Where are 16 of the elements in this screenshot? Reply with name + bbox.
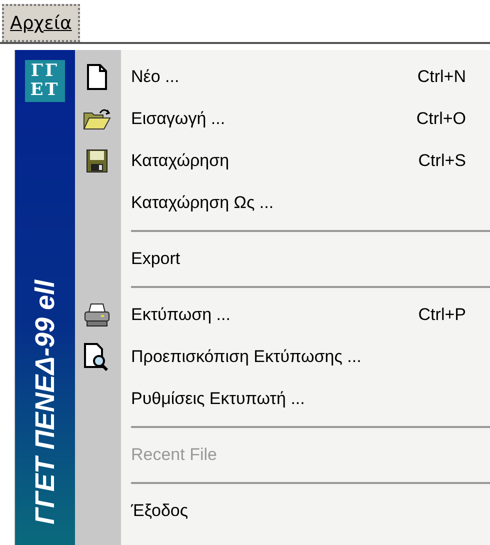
menu-item[interactable]: Εισαγωγή ... Ctrl+O xyxy=(121,98,490,140)
printer-icon xyxy=(83,303,111,327)
menu-item[interactable]: Προεπισκόπιση Εκτύπωσης ... xyxy=(121,336,490,378)
menu-item[interactable]: Καταχώρηση Ως ... xyxy=(121,182,490,224)
banner-title: ΓΓΕΤ ΠΕΝΕΔ-99 ell xyxy=(30,280,60,525)
folder-icon xyxy=(83,107,111,131)
menu-item[interactable]: Νέο ... Ctrl+N xyxy=(121,56,490,98)
page-magnifier-icon xyxy=(84,343,110,371)
logo-icon: ΓΓ ΕΤ xyxy=(25,60,65,102)
menu-item[interactable]: Εκτύπωση ... Ctrl+P xyxy=(121,294,490,336)
menu-item[interactable]: Έξοδος xyxy=(121,490,490,532)
menu-item[interactable]: Ρυθμίσεις Εκτυπωτή ... xyxy=(121,378,490,420)
menu-item[interactable]: Export xyxy=(121,238,490,280)
menu-item[interactable]: Καταχώρηση Ctrl+S xyxy=(121,140,490,182)
blank-page-icon xyxy=(86,64,108,90)
menu-bar-item[interactable]: Αρχεία xyxy=(2,4,80,42)
